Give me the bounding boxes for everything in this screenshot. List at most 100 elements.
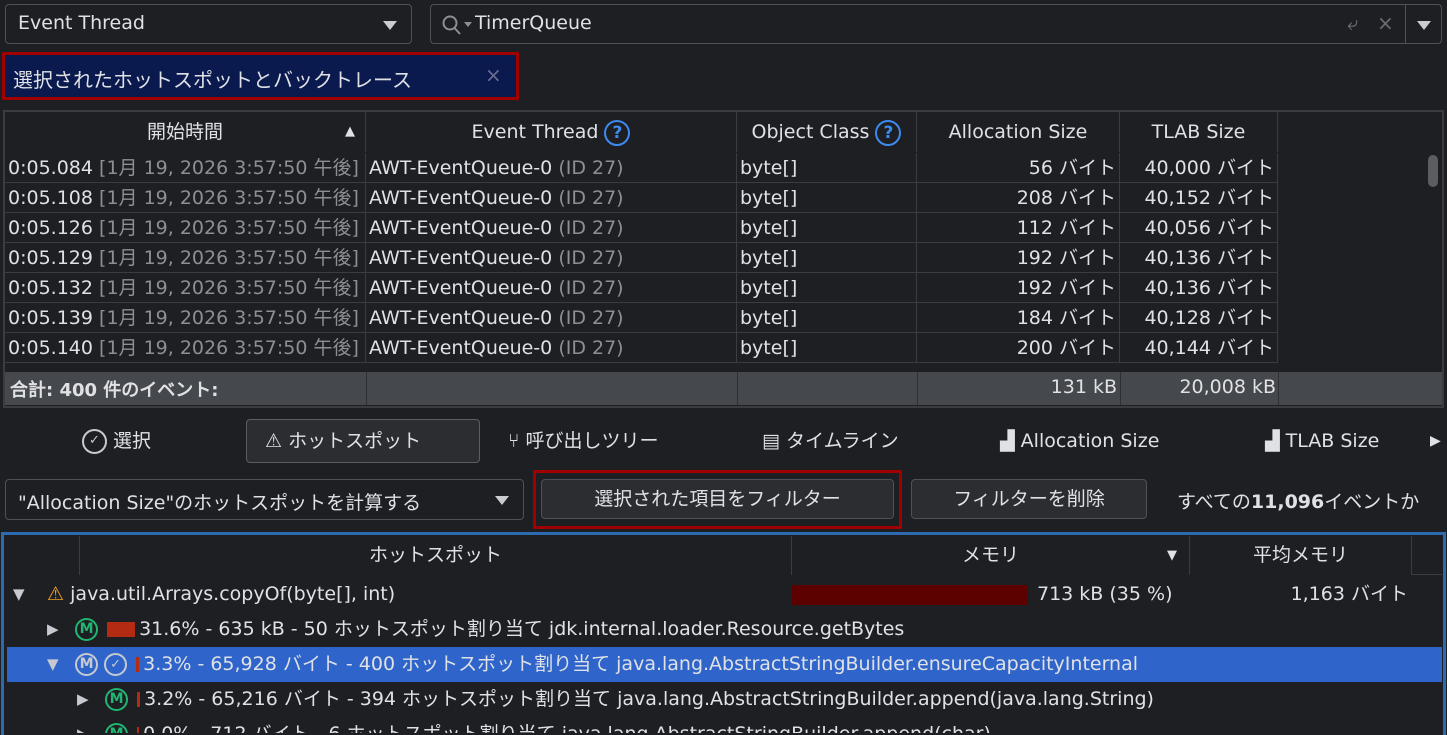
tab-label: タイムライン	[786, 430, 899, 452]
cell-event-thread: AWT-EventQueue-0 (ID 27)	[366, 153, 737, 183]
percentage-bar	[136, 657, 140, 672]
expand-icon[interactable]: ▶	[77, 717, 99, 733]
thread-id: (ID 27)	[558, 187, 624, 209]
expand-icon[interactable]: ▶	[47, 612, 69, 647]
check-circle-icon: ✓	[82, 429, 107, 454]
cell-allocation-size: 208 バイト	[917, 183, 1120, 213]
tab-label: 選択	[113, 430, 152, 452]
column-header-hotspot[interactable]: ホットスポット	[80, 536, 792, 575]
cell-tlab-size: 40,128 バイト	[1120, 303, 1278, 333]
hotspot-backtrace-row[interactable]: ▶ M 3.2% - 65,216 バイト - 394 ホットスポット割り当て …	[5, 682, 1442, 717]
method-icon: M	[105, 723, 129, 733]
search-input[interactable]: TimerQueue	[475, 12, 592, 34]
table-row[interactable]: 0:05.108 [1月 19, 2026 3:57:50 午後] AWT-Ev…	[5, 183, 1278, 213]
memory-bar	[792, 585, 1028, 605]
column-header-object-class[interactable]: Object Class ?	[737, 112, 917, 152]
thread-name: AWT-EventQueue-0	[369, 307, 553, 329]
hotspot-memory: 713 kB (35 %)	[1037, 583, 1173, 605]
search-field[interactable]: TimerQueue ⤶ ×	[430, 4, 1442, 44]
hotspot-backtrace-row[interactable]: ▶ M 31.6% - 635 kB - 50 ホットスポット割り当て jdk.…	[5, 612, 1442, 647]
search-icon	[442, 15, 472, 35]
regex-wrap-icon[interactable]: ⤶	[1347, 11, 1358, 35]
cell-event-thread: AWT-EventQueue-0 (ID 27)	[366, 303, 737, 333]
cell-object-class: byte[]	[737, 153, 917, 183]
status-text: すべての11,096イベントか	[1177, 487, 1447, 514]
cell-start-time: 0:05.132 [1月 19, 2026 3:57:50 午後]	[5, 273, 366, 303]
footer-alloc-total: 131 kB	[1050, 376, 1117, 398]
cell-tlab-size: 40,144 バイト	[1120, 333, 1278, 363]
table-row[interactable]: 0:05.084 [1月 19, 2026 3:57:50 午後] AWT-Ev…	[5, 153, 1278, 183]
search-history-button[interactable]	[1405, 5, 1442, 43]
table-row[interactable]: 0:05.139 [1月 19, 2026 3:57:50 午後] AWT-Ev…	[5, 303, 1278, 333]
cell-allocation-size: 184 バイト	[917, 303, 1120, 333]
thread-select-value: Event Thread	[18, 12, 145, 34]
expand-icon[interactable]: ▶	[77, 682, 99, 717]
date-value: [1月 19, 2026 3:57:50 午後]	[99, 277, 359, 299]
tree-icon: ⑂	[508, 430, 520, 452]
column-header-event-thread[interactable]: Event Thread ?	[366, 112, 737, 152]
thread-name: AWT-EventQueue-0	[369, 217, 553, 239]
backtrace-text: 31.6% - 635 kB - 50 ホットスポット割り当て jdk.inte…	[139, 618, 905, 640]
remove-filter-button[interactable]: フィルターを削除	[911, 479, 1147, 519]
thread-id: (ID 27)	[558, 217, 624, 239]
column-header-allocation-size[interactable]: Allocation Size	[917, 112, 1120, 152]
table-row[interactable]: 0:05.129 [1月 19, 2026 3:57:50 午後] AWT-Ev…	[5, 243, 1278, 273]
chevron-down-icon	[1417, 21, 1431, 30]
cell-tlab-size: 40,056 バイト	[1120, 213, 1278, 243]
column-label: Event Thread	[471, 121, 599, 143]
cell-allocation-size: 192 バイト	[917, 273, 1120, 303]
collapse-icon[interactable]: ▼	[13, 577, 35, 612]
help-icon[interactable]: ?	[875, 119, 902, 146]
time-value: 0:05.129	[8, 247, 93, 269]
table-row[interactable]: 0:05.140 [1月 19, 2026 3:57:50 午後] AWT-Ev…	[5, 333, 1278, 363]
cell-object-class: byte[]	[737, 243, 917, 273]
column-header-blank	[5, 536, 80, 575]
hotspot-metric-select[interactable]: "Allocation Size"のホットスポットを計算する	[5, 479, 524, 520]
collapse-icon[interactable]: ▼	[47, 647, 69, 682]
thread-name: AWT-EventQueue-0	[369, 277, 553, 299]
method-icon: M	[75, 618, 99, 641]
cell-object-class: byte[]	[737, 303, 917, 333]
percentage-bar	[107, 622, 136, 637]
tabs-scroll-right-icon[interactable]: ▶	[1430, 419, 1441, 463]
tab-timeline[interactable]: ▤ タイムライン	[762, 419, 899, 463]
tab-allocation-size[interactable]: ▟ Allocation Size	[1000, 419, 1159, 463]
tab-selection[interactable]: ✓ 選択	[82, 419, 151, 463]
date-value: [1月 19, 2026 3:57:50 午後]	[99, 187, 359, 209]
column-header-avg-memory[interactable]: 平均メモリ	[1190, 536, 1412, 575]
hotspot-root-row[interactable]: ▼ ⚠ java.util.Arrays.copyOf(byte[], int)…	[5, 577, 1442, 612]
cell-start-time: 0:05.126 [1月 19, 2026 3:57:50 午後]	[5, 213, 366, 243]
table-row[interactable]: 0:05.126 [1月 19, 2026 3:57:50 午後] AWT-Ev…	[5, 213, 1278, 243]
cell-allocation-size: 56 バイト	[917, 153, 1120, 183]
tab-call-tree[interactable]: ⑂ 呼び出しツリー	[508, 419, 658, 463]
table-row[interactable]: 0:05.132 [1月 19, 2026 3:57:50 午後] AWT-Ev…	[5, 273, 1278, 303]
thread-select[interactable]: Event Thread	[5, 4, 412, 44]
tab-hotspots[interactable]: ⚠ ホットスポット	[246, 419, 480, 463]
timeline-icon: ▤	[762, 430, 780, 452]
help-icon[interactable]: ?	[604, 119, 631, 146]
percentage-bar	[137, 692, 141, 707]
date-value: [1月 19, 2026 3:57:50 午後]	[99, 217, 359, 239]
backtrace-text: 3.3% - 65,928 バイト - 400 ホットスポット割り当て java…	[143, 653, 1139, 675]
filter-selected-button[interactable]: 選択された項目をフィルター	[541, 479, 894, 519]
footer-total-label: 合計: 400 件のイベント:	[10, 380, 219, 401]
tab-tlab-size[interactable]: ▟ TLAB Size	[1265, 419, 1379, 463]
status-suffix: イベントか	[1324, 491, 1420, 513]
clear-icon[interactable]: ×	[1377, 11, 1394, 35]
column-label: 開始時間	[146, 121, 223, 143]
cell-allocation-size: 192 バイト	[917, 243, 1120, 273]
column-header-start-time[interactable]: 開始時間 ▲	[5, 112, 366, 152]
hotspot-metric-value: "Allocation Size"のホットスポットを計算する	[18, 492, 422, 514]
hotspot-backtrace-row[interactable]: ▶ M 0.0% - 712 バイト - 6 ホットスポット割り当て java.…	[5, 717, 1442, 733]
close-icon[interactable]: ×	[485, 63, 502, 87]
table-footer: 合計: 400 件のイベント: 131 kB 20,008 kB	[5, 372, 1442, 405]
date-value: [1月 19, 2026 3:57:50 午後]	[99, 307, 359, 329]
cell-event-thread: AWT-EventQueue-0 (ID 27)	[366, 333, 737, 363]
table-scrollbar[interactable]	[1428, 155, 1438, 187]
column-header-tlab-size[interactable]: TLAB Size	[1120, 112, 1278, 152]
thread-name: AWT-EventQueue-0	[369, 157, 553, 179]
column-header-memory[interactable]: メモリ ▼	[792, 536, 1190, 575]
hotspot-backtrace-row[interactable]: ▼ M ✓ 3.3% - 65,928 バイト - 400 ホットスポット割り当…	[7, 647, 1442, 682]
filter-chip[interactable]: 選択されたホットスポットとバックトレース ×	[2, 52, 519, 100]
cell-start-time: 0:05.108 [1月 19, 2026 3:57:50 午後]	[5, 183, 366, 213]
